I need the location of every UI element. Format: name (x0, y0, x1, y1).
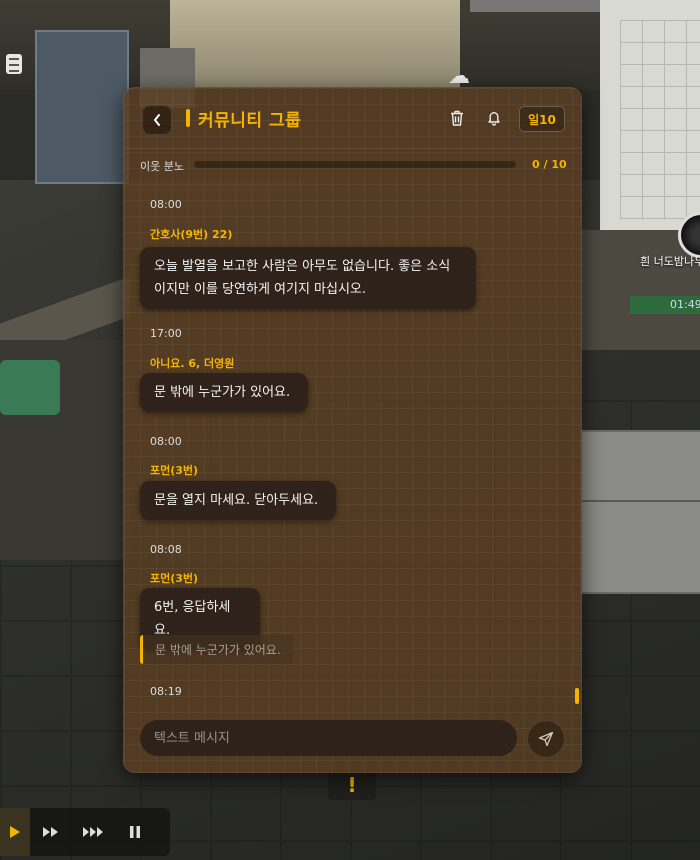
chat-header: 커뮤니티 그룹 일10 (124, 88, 581, 148)
message-line: 이지만 이를 당연하게 여기지 마십시오. (154, 282, 367, 297)
notification-button[interactable] (482, 106, 506, 130)
message-bubble: 오늘 발열을 보고한 사람은 아무도 없습니다. 좋은 소식 이지만 이를 당연… (140, 247, 476, 309)
message-timestamp: 08:00 (150, 198, 182, 211)
message-list[interactable]: 08:00 간호사(9번) 22) 오늘 발열을 보고한 사람은 아무도 없습니… (124, 184, 581, 704)
anger-progress-track (194, 161, 516, 168)
message-timestamp: 17:00 (150, 327, 182, 340)
message-bubble: 문 밖에 누군가가 있어요. (140, 373, 308, 412)
faster-forward-icon (83, 827, 103, 837)
message-line: 문을 열지 마세요. 닫아두세요. (154, 493, 319, 508)
message-input[interactable] (140, 720, 517, 756)
message-sender: 포먼(3번) (150, 464, 199, 477)
pause-button[interactable] (114, 808, 156, 856)
message-timestamp: 08:00 (150, 435, 182, 448)
fast-forward-icon (43, 827, 58, 837)
message-timestamp: 08:08 (150, 543, 182, 556)
faster-forward-button[interactable] (72, 808, 114, 856)
cloud-weather-icon: ☁ (448, 64, 470, 89)
delete-button[interactable] (446, 106, 468, 130)
back-arrow-icon (154, 114, 160, 126)
cabinet-drawer-line (580, 500, 700, 502)
play-icon (10, 826, 20, 838)
title-accent-bar (186, 109, 190, 127)
send-icon (538, 731, 554, 747)
day-counter-badge: 일10 (519, 106, 565, 132)
community-chat-panel: 커뮤니티 그룹 일10 이웃 분노 0 / 10 08:00 간호사(9번) 2… (123, 87, 582, 773)
storage-shelf (35, 30, 129, 184)
anger-label: 이웃 분노 (140, 160, 184, 173)
anger-count: 0 / 10 (532, 158, 567, 171)
message-timestamp: 08:19 (150, 685, 182, 698)
fast-forward-button[interactable] (30, 808, 72, 856)
pause-icon (130, 826, 140, 838)
bell-icon (488, 112, 500, 126)
back-button[interactable] (142, 105, 172, 135)
message-sender: 간호사(9번) 22) (150, 228, 233, 241)
trash-icon (451, 110, 463, 126)
message-sender: 아니요. 6, 더영원 (150, 357, 235, 370)
green-table (0, 360, 60, 415)
location-timer: 01:49 (630, 296, 700, 314)
bathroom-tiles (620, 20, 700, 220)
message-composer (124, 706, 581, 772)
chat-title: 커뮤니티 그룹 (198, 111, 302, 131)
filing-cabinet (580, 430, 700, 594)
message-line: 문 밖에 누군가가 있어요. (154, 385, 291, 400)
alert-marker-icon[interactable]: ! (328, 770, 376, 800)
message-line: 오늘 발열을 보고한 사람은 아무도 없습니다. 좋은 소식 (154, 259, 451, 274)
location-label: 흰 너도밤나무 (640, 255, 700, 268)
play-button[interactable] (0, 808, 30, 856)
send-button[interactable] (527, 720, 565, 758)
message-sender: 포먼(3번) (150, 572, 199, 585)
quoted-reply: 문 밖에 누군가가 있어요. (140, 635, 293, 664)
neighbor-anger-meter: 이웃 분노 0 / 10 (124, 150, 581, 180)
lit-room-wall (170, 0, 460, 88)
notes-icon[interactable] (6, 54, 22, 74)
playback-controls (0, 808, 170, 856)
message-scrollbar[interactable] (575, 688, 579, 704)
message-bubble: 문을 열지 마세요. 닫아두세요. (140, 481, 336, 520)
header-divider (124, 148, 581, 149)
